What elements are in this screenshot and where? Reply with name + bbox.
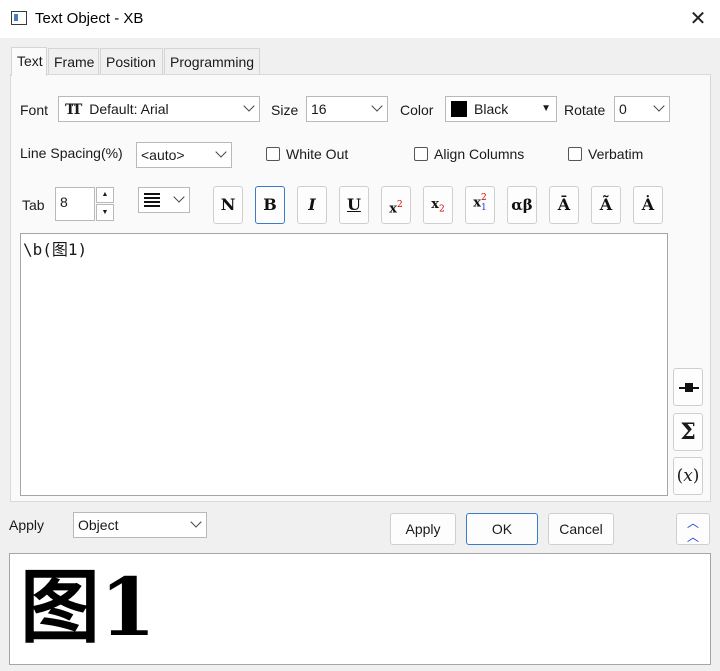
line-spacing-label: Line Spacing(%): [20, 145, 123, 161]
color-label: Color: [400, 102, 434, 118]
tab-position[interactable]: Position: [100, 48, 163, 74]
caret-down-icon: ▼: [541, 103, 551, 114]
alignment-select[interactable]: [138, 187, 190, 213]
rotate-select[interactable]: 0: [614, 96, 670, 122]
align-columns-label: Align Columns: [434, 146, 525, 162]
ok-button[interactable]: OK: [466, 513, 538, 545]
spin-down-button[interactable]: ▼: [96, 204, 114, 221]
chevron-down-icon: [215, 146, 227, 158]
sigma-button[interactable]: Σ: [673, 413, 703, 451]
close-button[interactable]: ✕: [684, 5, 712, 33]
function-button[interactable]: (x): [673, 457, 703, 495]
editor-content: \b(图1): [23, 240, 88, 259]
preview-text: 图1: [20, 560, 156, 654]
supersubscript-format-button[interactable]: x2 1: [465, 186, 495, 224]
align-justify-icon: [144, 193, 160, 207]
color-select[interactable]: Black ▼: [445, 96, 557, 122]
greek-format-button[interactable]: αβ: [507, 186, 537, 224]
verbatim-checkbox[interactable]: [568, 147, 582, 161]
line-spacing-value: <auto>: [141, 147, 185, 163]
chevron-down-icon: [243, 100, 255, 112]
normal-format-button[interactable]: N: [213, 186, 243, 224]
font-label: Font: [20, 102, 49, 118]
apply-scope-value: Object: [78, 517, 119, 533]
tab-frame[interactable]: Frame: [48, 48, 99, 74]
chevron-down-icon: [190, 516, 202, 528]
italic-format-button[interactable]: I: [297, 186, 327, 224]
title-bar: Text Object - XB ✕: [0, 0, 720, 38]
preview-pane: 图1: [9, 553, 711, 665]
size-select[interactable]: 16: [306, 96, 388, 122]
color-value: Black: [474, 101, 509, 117]
rotate-label: Rotate: [564, 102, 606, 118]
bold-format-button[interactable]: B: [255, 186, 285, 224]
function-x-icon: (x): [676, 466, 700, 486]
subscript-format-button[interactable]: x2: [423, 186, 453, 224]
text-editor[interactable]: \b(图1): [20, 233, 668, 496]
white-out-checkbox[interactable]: [266, 147, 280, 161]
size-label: Size: [271, 102, 299, 118]
tab-programming[interactable]: Programming: [164, 48, 260, 74]
line-spacing-select[interactable]: <auto>: [136, 142, 232, 168]
spin-up-button[interactable]: ▲: [96, 187, 114, 203]
sigma-icon: Σ: [680, 419, 696, 445]
overbar-format-button[interactable]: Ā: [549, 186, 579, 224]
tilde-format-button[interactable]: Ã: [591, 186, 621, 224]
color-swatch: [451, 101, 467, 117]
cancel-button[interactable]: Cancel: [548, 513, 614, 545]
superscript-format-button[interactable]: x2: [381, 186, 411, 224]
double-chevron-up-icon: ︿ ︿: [686, 516, 699, 544]
font-value: Default: Arial: [89, 101, 169, 117]
tab-size-input[interactable]: 8: [55, 187, 95, 221]
underline-format-button[interactable]: U: [339, 186, 369, 224]
chevron-down-icon: [173, 191, 185, 203]
white-out-label: White Out: [286, 146, 349, 162]
font-select[interactable]: TT Default: Arial: [58, 96, 260, 122]
tab-size-value: 8: [60, 194, 68, 210]
apply-scope-select[interactable]: Object: [73, 512, 207, 538]
apply-scope-label: Apply: [9, 517, 45, 533]
collapse-button[interactable]: ︿ ︿: [676, 513, 710, 545]
apply-button[interactable]: Apply: [390, 513, 456, 545]
tab-label: Tab: [22, 197, 45, 213]
chevron-down-icon: [371, 100, 383, 112]
tab-text[interactable]: Text: [11, 47, 47, 76]
window-title: Text Object - XB: [35, 10, 144, 27]
rotate-value: 0: [619, 101, 627, 117]
window-icon: [11, 11, 27, 25]
align-columns-checkbox[interactable]: [414, 147, 428, 161]
size-value: 16: [311, 101, 327, 117]
truetype-font-icon: TT: [65, 102, 82, 118]
dot-accent-format-button[interactable]: Ȧ: [633, 186, 663, 224]
verbatim-label: Verbatim: [588, 146, 644, 162]
insert-object-button[interactable]: [673, 368, 703, 406]
chevron-down-icon: [653, 100, 665, 112]
